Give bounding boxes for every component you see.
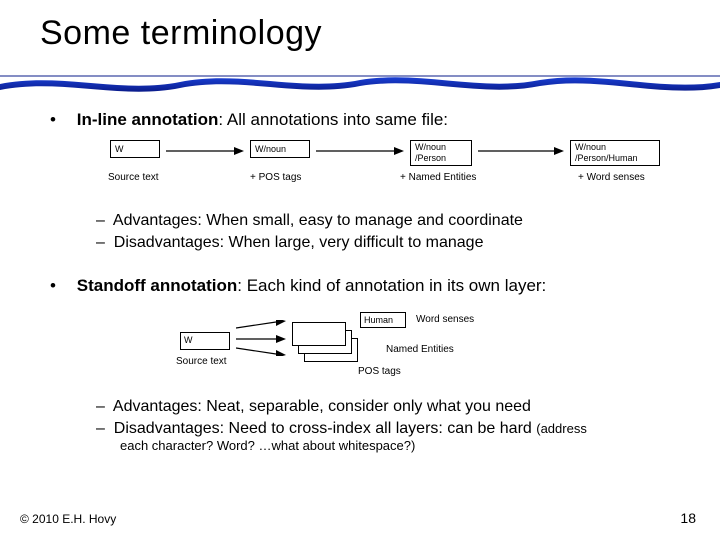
bullet-standoff-desc: : Each kind of annotation in its own lay… — [237, 276, 546, 295]
bullet-standoff-label: Standoff annotation — [77, 276, 238, 295]
label-word-senses: Word senses — [416, 314, 474, 325]
label-named-entities: Named Entities — [386, 344, 454, 355]
bullet-standoff: • Standoff annotation: Each kind of anno… — [50, 276, 680, 296]
footer-page-number: 18 — [680, 510, 696, 526]
inline-adv-text: Advantages: When small, easy to manage a… — [113, 212, 523, 229]
arrow-icon — [236, 320, 286, 330]
box-pos: W/noun — [250, 140, 310, 158]
slide-body: • In-line annotation: All annotations in… — [50, 100, 680, 453]
bullet-inline: • In-line annotation: All annotations in… — [50, 110, 680, 130]
slide: Some terminology • In-line annotation: A… — [0, 0, 720, 540]
title-underline-art — [0, 66, 720, 96]
bullet-inline-label: In-line annotation — [77, 110, 219, 129]
layer-box-human: Human — [360, 312, 406, 328]
standoff-dis-text: Disadvantages: Need to cross-index all l… — [114, 420, 532, 437]
box-ne: W/noun /Person — [410, 140, 472, 166]
inline-disadvantages: – Disadvantages: When large, very diffic… — [96, 234, 680, 252]
arrow-icon — [236, 346, 286, 356]
standoff-dis-line2: each character? Word? …what about whites… — [120, 438, 680, 453]
standoff-dis-tail: (address — [536, 421, 587, 436]
label-pos-tags: POS tags — [358, 366, 401, 377]
caption-pos: + POS tags — [250, 172, 301, 183]
standoff-advantages: – Advantages: Neat, separable, consider … — [96, 398, 680, 416]
box-sense: W/noun /Person/Human — [570, 140, 660, 166]
diagram-standoff: W Source text Human Word senses — [180, 304, 620, 394]
arrow-icon — [166, 147, 244, 155]
standoff-adv-text: Advantages: Neat, separable, consider on… — [113, 398, 531, 415]
caption-source: Source text — [108, 172, 159, 183]
layer-box-front — [292, 322, 346, 346]
slide-title: Some terminology — [40, 14, 322, 53]
standoff-source-caption: Source text — [176, 356, 227, 367]
arrow-icon — [236, 334, 286, 344]
box-source: W — [110, 140, 160, 158]
caption-ne: + Named Entities — [400, 172, 476, 183]
arrow-icon — [478, 147, 564, 155]
footer-copyright: © 2010 E.H. Hovy — [20, 512, 116, 526]
standoff-source-box: W — [180, 332, 230, 350]
caption-sense: + Word senses — [578, 172, 645, 183]
inline-dis-text: Disadvantages: When large, very difficul… — [114, 234, 484, 251]
inline-advantages: – Advantages: When small, easy to manage… — [96, 212, 680, 230]
arrow-icon — [316, 147, 404, 155]
bullet-inline-desc: : All annotations into same file: — [218, 110, 448, 129]
standoff-disadvantages: – Disadvantages: Need to cross-index all… — [96, 420, 680, 438]
diagram-inline: W W/noun W/noun /Person W/noun /Person/H… — [110, 138, 690, 208]
